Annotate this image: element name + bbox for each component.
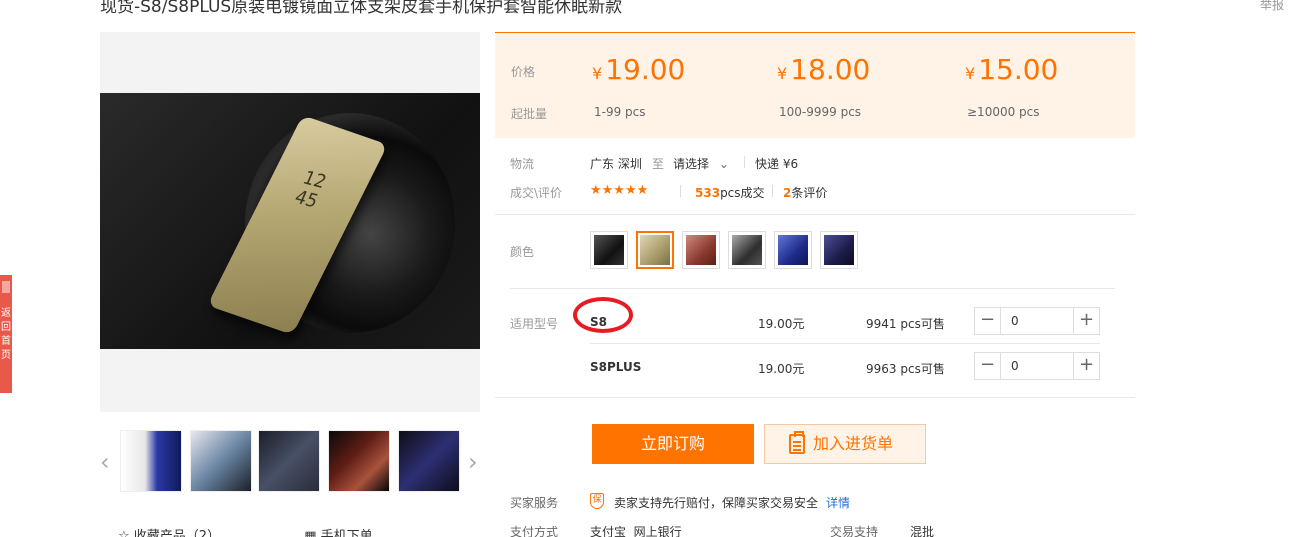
quantity-input[interactable]: 0 (1011, 359, 1019, 373)
favorite-link[interactable]: ☆ 收藏产品（2） (118, 529, 260, 537)
thumb-next-icon[interactable]: › (468, 448, 478, 476)
deals-count: 533pcs成交 (695, 186, 765, 200)
divider (495, 214, 1135, 215)
price-tier-1: ¥19.00 (592, 53, 686, 86)
main-product-image[interactable]: 12 45 (100, 32, 480, 412)
thumbnail[interactable] (190, 430, 252, 492)
image-background: 12 45 (100, 93, 480, 349)
logistics-label: 物流 (510, 157, 535, 171)
mobile-order-link[interactable]: ▦ 手机下单 (304, 529, 412, 537)
report-link[interactable]: 举报 (1260, 0, 1284, 13)
color-option[interactable] (728, 231, 766, 269)
service-label: 买家服务 (510, 496, 559, 510)
product-title: 现货-S8/S8PLUS原装电镀镜面立体支架皮套手机保护套智能休眠新款 (100, 0, 623, 17)
phone-clock: 12 45 (291, 167, 330, 213)
clipboard-icon (789, 431, 805, 454)
service-text: 卖家支持先行赔付，保障买家交易安全 (614, 496, 819, 510)
side-tab-label: 返回首页 (1, 308, 11, 361)
color-option[interactable] (590, 231, 628, 269)
payment-methods: 支付宝 网上银行 (590, 525, 682, 537)
bottom-links: ☆ 收藏产品（2） ▦ 手机下单 (118, 525, 453, 537)
payment-label: 支付方式 (510, 525, 559, 537)
side-tab-icon (2, 281, 10, 293)
qty-tier-3: ≥10000 pcs (967, 105, 1040, 119)
trade-support-label: 交易支持 (830, 525, 879, 537)
divider (680, 185, 681, 197)
increment-button[interactable]: + (1073, 353, 1099, 379)
origin-city: 广东 深圳 (590, 157, 642, 171)
color-option[interactable] (682, 231, 720, 269)
divider (772, 185, 773, 197)
increment-button[interactable]: + (1073, 308, 1099, 334)
color-option[interactable] (820, 231, 858, 269)
reviews-link[interactable]: 2条评价 (783, 184, 827, 201)
shipping-fee: 快递 ¥6 (755, 157, 799, 171)
quantity-stepper: − 0 + (974, 307, 1100, 335)
thumbnail[interactable] (120, 430, 182, 492)
price-tier-2: ¥18.00 (777, 53, 871, 86)
service-detail-link[interactable]: 详情 (826, 494, 850, 511)
thumbnail[interactable] (328, 430, 390, 492)
side-tab[interactable]: 返回首页 (0, 275, 12, 393)
model-price: 19.00元 (758, 317, 805, 331)
price-label: 价格 (511, 65, 536, 79)
destination-select[interactable]: 请选择 ⌄ (673, 155, 729, 172)
to-label: 至 (652, 157, 665, 171)
color-label: 颜色 (510, 245, 535, 259)
model-price: 19.00元 (758, 362, 805, 376)
thumbnail-strip: ‹ › (100, 430, 480, 494)
divider (510, 288, 1115, 289)
divider (495, 397, 1135, 398)
model-stock: 9963 pcs可售 (866, 362, 945, 376)
quantity-input[interactable]: 0 (1011, 314, 1019, 328)
color-option-selected[interactable] (636, 231, 674, 269)
moq-label: 起批量 (511, 107, 548, 121)
thumbnail[interactable] (258, 430, 320, 492)
qty-tier-2: 100-9999 pcs (779, 105, 862, 119)
models-label: 适用型号 (510, 317, 559, 331)
trade-support-value: 混批 (910, 525, 935, 537)
sales-label: 成交\评价 (510, 186, 563, 200)
model-name-s8plus: S8PLUS (590, 360, 642, 374)
divider (590, 343, 1100, 344)
rating-stars-icon: ★★★★★ (590, 183, 649, 198)
shield-icon: 保 (590, 493, 604, 509)
price-tier-3: ¥15.00 (965, 53, 1059, 86)
buy-now-button[interactable]: 立即订购 (592, 424, 754, 464)
thumb-prev-icon[interactable]: ‹ (100, 448, 110, 476)
thumbnail[interactable] (398, 430, 460, 492)
decrement-button[interactable]: − (975, 308, 1001, 334)
chevron-down-icon: ⌄ (718, 157, 729, 171)
color-option[interactable] (774, 231, 812, 269)
model-stock: 9941 pcs可售 (866, 317, 945, 331)
decrement-button[interactable]: − (975, 353, 1001, 379)
add-to-cart-button[interactable]: 加入进货单 (764, 424, 926, 464)
divider (744, 156, 745, 168)
highlight-circle-annotation (573, 297, 633, 333)
quantity-stepper: − 0 + (974, 352, 1100, 380)
price-panel: 价格 起批量 ¥19.00 ¥18.00 ¥15.00 1-99 pcs 100… (495, 32, 1135, 138)
qty-tier-1: 1-99 pcs (594, 105, 646, 119)
